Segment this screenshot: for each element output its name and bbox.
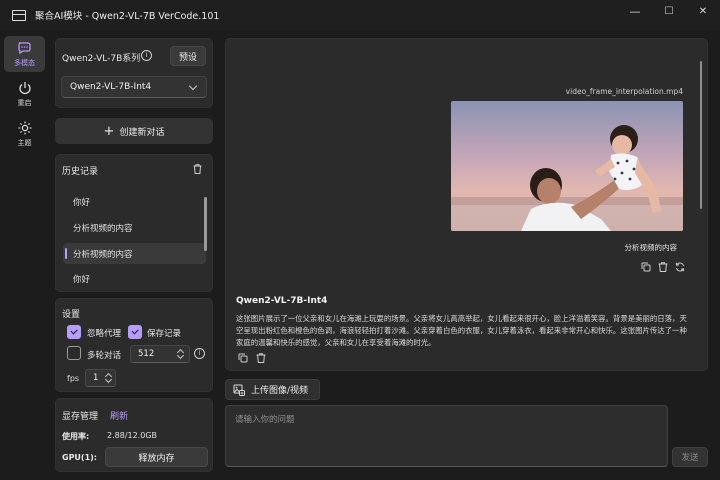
model-series-title: Qwen2-VL-7B系列 bbox=[62, 54, 141, 64]
rail-item-theme[interactable]: 主题 bbox=[4, 116, 45, 152]
upload-media-button[interactable]: 上传图像/视频 bbox=[225, 379, 320, 400]
close-button[interactable]: ✕ bbox=[686, 0, 720, 22]
minimize-button[interactable]: — bbox=[618, 0, 652, 22]
save-history-checkbox[interactable] bbox=[128, 325, 142, 339]
settings-panel: 设置 忽略代理 保存记录 多轮对话 512 i fps 1 bbox=[55, 298, 213, 392]
power-icon bbox=[17, 80, 33, 96]
memory-title: 显存管理 bbox=[62, 412, 99, 422]
attachment-filename: video_frame_interpolation.mp4 bbox=[565, 87, 683, 96]
sun-icon bbox=[17, 120, 33, 136]
new-chat-button[interactable]: + 创建新对话 bbox=[55, 118, 213, 144]
assistant-message: 这张图片展示了一位父亲和女儿在海滩上玩耍的场景。父亲将女儿高高举起，女儿看起来很… bbox=[236, 314, 687, 347]
memory-panel: 显存管理 刷新 使用率: 2.88/12.0GB GPU(1): 释放内存 bbox=[55, 398, 213, 472]
history-item[interactable]: 你好 bbox=[63, 268, 206, 289]
delete-icon[interactable] bbox=[256, 353, 266, 363]
video-thumbnail[interactable] bbox=[451, 101, 683, 231]
multi-turn-stepper[interactable]: 512 bbox=[130, 345, 190, 363]
release-memory-button[interactable]: 释放内存 bbox=[105, 447, 208, 467]
history-scrollbar[interactable] bbox=[204, 197, 207, 251]
multi-turn-value: 512 bbox=[138, 349, 155, 359]
rail-label-theme: 主题 bbox=[17, 139, 32, 147]
rail-item-restart[interactable]: 重启 bbox=[4, 76, 45, 112]
usage-label: 使用率: bbox=[62, 432, 90, 441]
chat-bubbles-icon bbox=[17, 40, 33, 56]
chat-panel: video_frame_interpolation.mp4 分析视频的内容 Qw… bbox=[225, 38, 708, 371]
refresh-link[interactable]: 刷新 bbox=[110, 409, 128, 422]
usage-value: 2.88/12.0GB bbox=[107, 431, 158, 440]
multi-turn-label: 多轮对话 bbox=[87, 351, 122, 361]
chevron-down-icon bbox=[188, 81, 198, 91]
title-bar: 聚合AI模块 - Qwen2-VL-7B VerCode.101 — ☐ ✕ bbox=[0, 0, 720, 30]
history-item-selected[interactable]: 分析视频的内容 bbox=[63, 243, 206, 264]
fps-value: 1 bbox=[93, 373, 99, 383]
rail-item-multimodal[interactable]: 多模态 bbox=[4, 36, 45, 72]
history-item[interactable]: 分析视频的内容 bbox=[63, 217, 206, 238]
trash-icon[interactable] bbox=[193, 164, 202, 174]
info-icon[interactable]: i bbox=[194, 348, 205, 359]
plus-icon: + bbox=[103, 123, 115, 139]
history-item[interactable]: 你好 bbox=[63, 191, 206, 212]
maximize-button[interactable]: ☐ bbox=[652, 0, 686, 22]
check-icon bbox=[131, 327, 139, 335]
assistant-name: Qwen2-VL-7B-Int4 bbox=[236, 296, 328, 306]
user-message-actions bbox=[641, 262, 685, 272]
fps-stepper[interactable]: 1 bbox=[85, 369, 116, 387]
ignore-proxy-label: 忽略代理 bbox=[87, 329, 122, 339]
history-title: 历史记录 bbox=[62, 167, 99, 177]
delete-icon[interactable] bbox=[658, 262, 668, 272]
user-message: 分析视频的内容 bbox=[624, 243, 678, 252]
message-input[interactable]: 请输入你的问题 bbox=[225, 405, 668, 467]
model-panel: Qwen2-VL-7B系列 i 预设 Qwen2-VL-7B-Int4 bbox=[55, 38, 213, 108]
check-icon bbox=[70, 327, 78, 335]
upload-label: 上传图像/视频 bbox=[251, 386, 309, 396]
beach-photo bbox=[451, 101, 683, 231]
nav-rail: 多模态 重启 主题 bbox=[0, 30, 48, 480]
copy-icon[interactable] bbox=[238, 353, 248, 363]
regenerate-icon[interactable] bbox=[675, 262, 685, 272]
rail-label-multimodal: 多模态 bbox=[14, 59, 35, 67]
history-panel: 历史记录 你好 分析视频的内容 分析视频的内容 你好 bbox=[55, 154, 213, 292]
model-select-value: Qwen2-VL-7B-Int4 bbox=[70, 82, 152, 92]
gpu-label: GPU(1): bbox=[62, 453, 98, 462]
model-select[interactable]: Qwen2-VL-7B-Int4 bbox=[61, 76, 207, 98]
app-logo-icon bbox=[12, 9, 26, 21]
preset-button[interactable]: 预设 bbox=[170, 46, 206, 66]
settings-title: 设置 bbox=[62, 310, 81, 320]
fps-label: fps bbox=[67, 374, 80, 383]
save-history-label: 保存记录 bbox=[147, 329, 182, 339]
spinner-arrows-icon[interactable] bbox=[105, 372, 111, 384]
info-icon[interactable]: i bbox=[141, 50, 152, 61]
ignore-proxy-checkbox[interactable] bbox=[67, 325, 81, 339]
chat-scrollbar[interactable] bbox=[700, 61, 702, 209]
window-controls: — ☐ ✕ bbox=[618, 0, 720, 30]
image-upload-icon bbox=[233, 384, 245, 396]
new-chat-label: 创建新对话 bbox=[119, 127, 165, 138]
assistant-message-actions bbox=[238, 353, 266, 363]
multi-turn-checkbox[interactable] bbox=[67, 346, 81, 360]
rail-label-restart: 重启 bbox=[17, 99, 32, 107]
copy-icon[interactable] bbox=[641, 262, 651, 272]
message-input-placeholder: 请输入你的问题 bbox=[235, 415, 295, 425]
send-button[interactable]: 发送 bbox=[672, 447, 708, 467]
spinner-arrows-icon[interactable] bbox=[177, 348, 183, 360]
window-title: 聚合AI模块 - Qwen2-VL-7B VerCode.101 bbox=[35, 11, 220, 22]
